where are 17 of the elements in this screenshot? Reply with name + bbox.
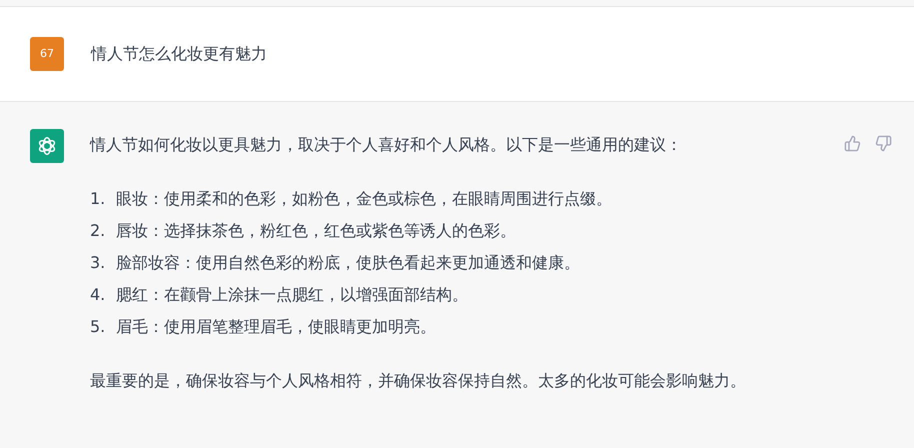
list-number: 4. bbox=[90, 284, 106, 306]
answer-conclusion: 最重要的是，确保妆容与个人风格相符，并确保妆容保持自然。太多的化妆可能会影响魅力。 bbox=[90, 370, 747, 392]
thumbs-up-icon[interactable] bbox=[844, 135, 861, 152]
user-avatar: 67 bbox=[30, 37, 64, 71]
list-item-text: 眼妆：使用柔和的色彩，如粉色，金色或棕色，在眼睛周围进行点缀。 bbox=[116, 188, 612, 210]
list-number: 1. bbox=[90, 188, 106, 210]
list-item-text: 眉毛：使用眉笔整理眉毛，使眼睛更加明亮。 bbox=[116, 316, 436, 338]
list-item-text: 唇妆：选择抹茶色，粉红色，红色或紫色等诱人的色彩。 bbox=[116, 220, 516, 242]
list-item-text: 脸部妆容：使用自然色彩的粉底，使肤色看起来更加通透和健康。 bbox=[116, 252, 580, 274]
list-number: 2. bbox=[90, 220, 106, 242]
knot-logo-icon bbox=[36, 135, 58, 157]
thumbs-down-icon[interactable] bbox=[875, 135, 892, 152]
list-number: 3. bbox=[90, 252, 106, 274]
answer-intro: 情人节如何化妆以更具魅力，取决于个人喜好和个人风格。以下是一些通用的建议： bbox=[90, 134, 682, 156]
list-item-text: 腮红：在颧骨上涂抹一点腮红，以增强面部结构。 bbox=[116, 284, 468, 306]
list-number: 5. bbox=[90, 316, 106, 338]
user-message: 情人节怎么化妆更有魅力 bbox=[91, 43, 267, 65]
